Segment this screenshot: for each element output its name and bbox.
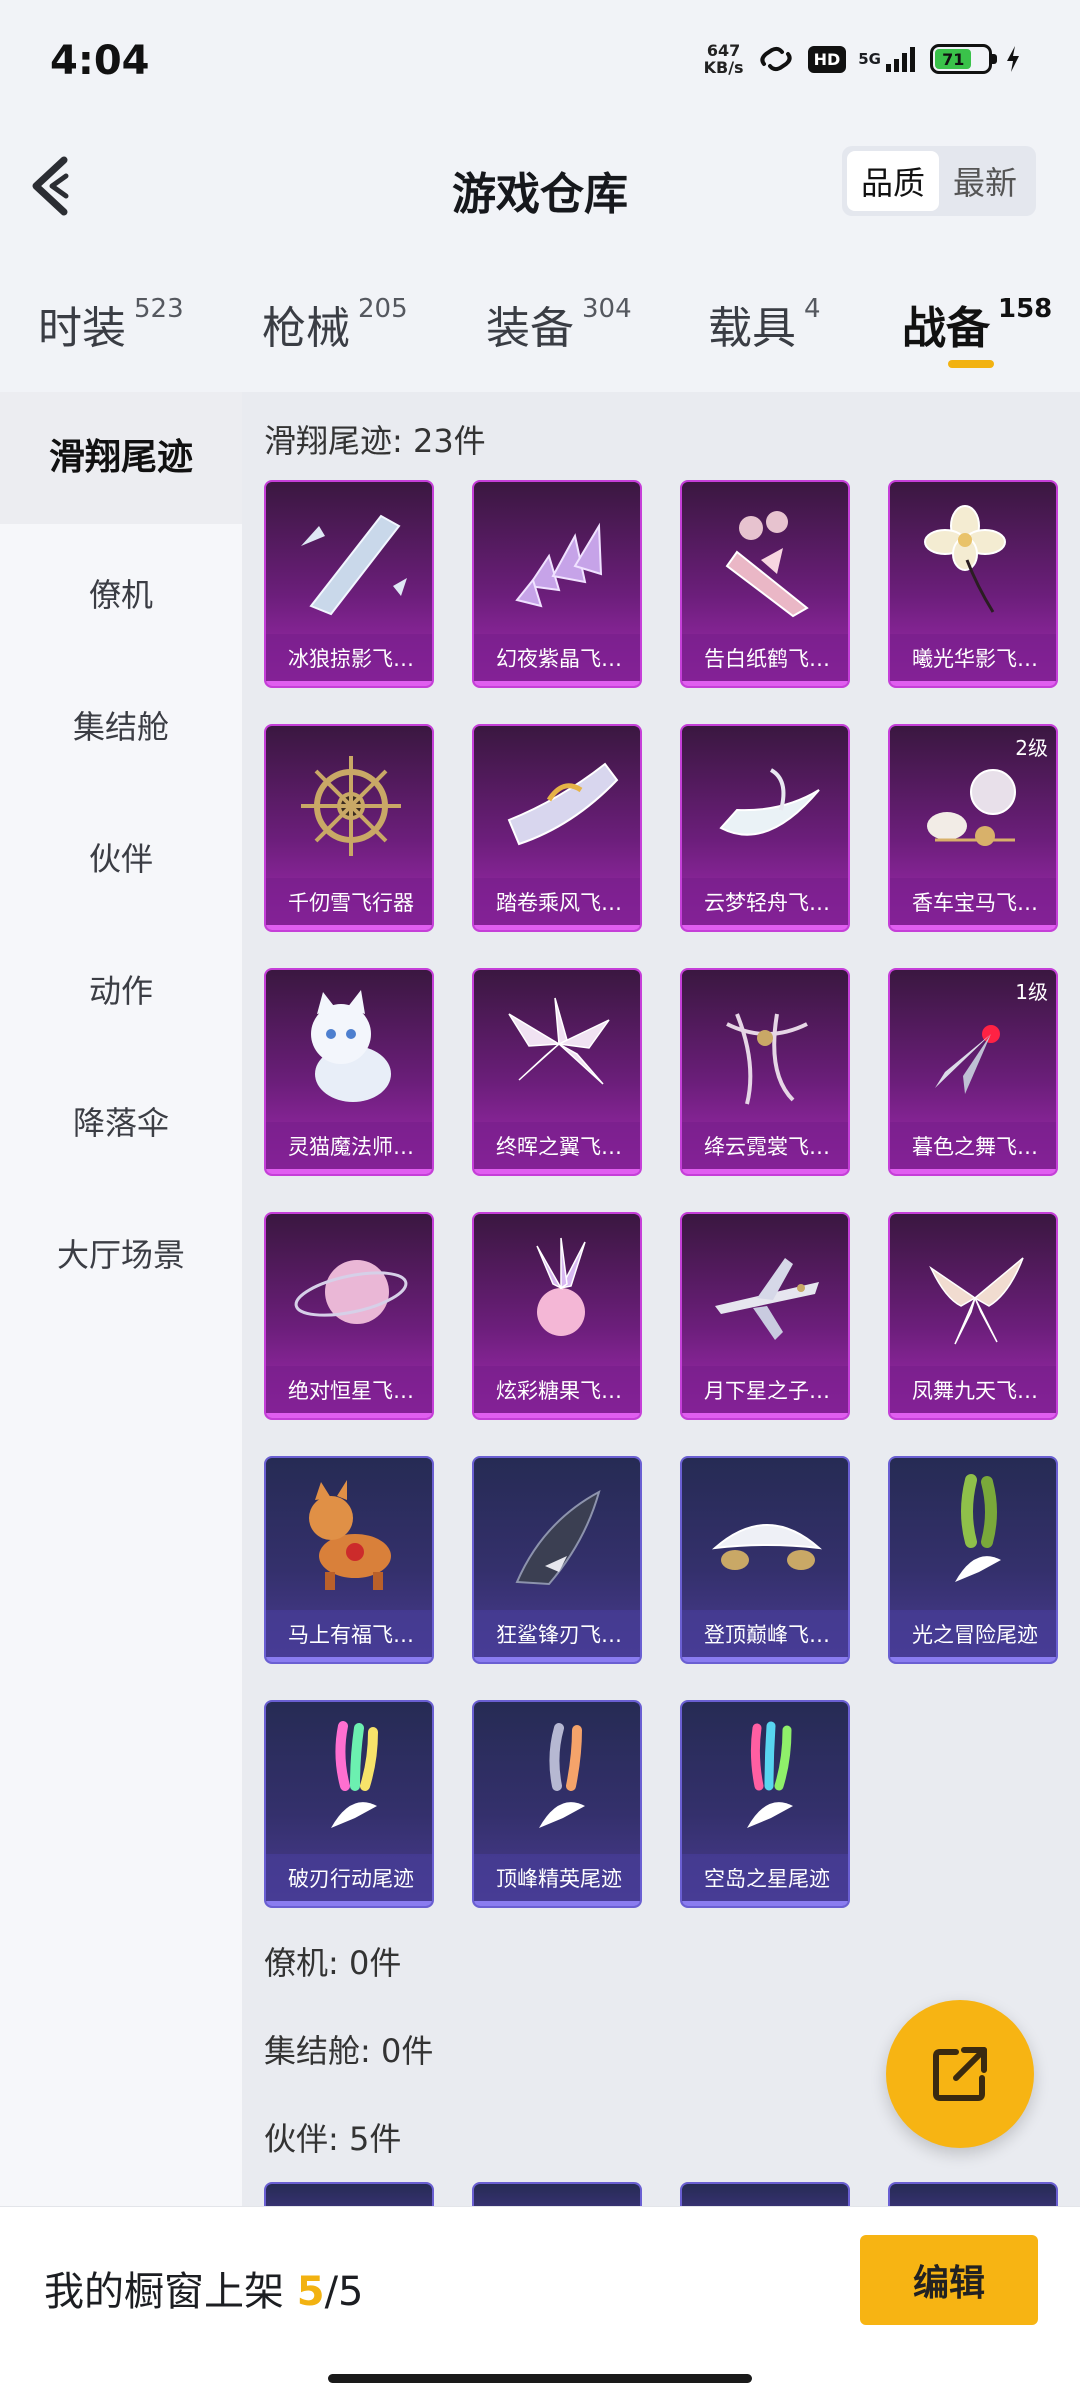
item-card[interactable]: 云梦轻舟飞… xyxy=(680,724,850,932)
item-card[interactable]: 踏卷乘风飞… xyxy=(472,724,642,932)
header: 游戏仓库 品质 最新 xyxy=(0,120,1080,260)
item-card[interactable] xyxy=(472,2182,642,2206)
tab-weapons[interactable]: 枪械 205 xyxy=(262,292,408,356)
carriage-icon xyxy=(890,726,1056,884)
battery-icon: 71 xyxy=(930,44,997,74)
status-icons: 647 KB/s HD 5G 71 xyxy=(704,42,1022,76)
ribbon-icon xyxy=(682,970,848,1128)
ship-wheel-icon xyxy=(266,726,432,884)
item-card[interactable]: 炫彩糖果飞… xyxy=(472,1212,642,1420)
blade-glider-icon xyxy=(890,970,1056,1128)
category-tabs: 时装 523 枪械 205 装备 304 载具 4 战备 158 xyxy=(0,270,1080,390)
item-card[interactable] xyxy=(264,2182,434,2206)
link-icon xyxy=(756,42,796,76)
item-card[interactable]: 顶峰精英尾迹 xyxy=(472,1700,642,1908)
item-card[interactable] xyxy=(888,2182,1058,2206)
item-card[interactable]: 马上有福飞… xyxy=(264,1456,434,1664)
multicolor-smoke-trail-icon xyxy=(682,1702,848,1860)
item-card[interactable]: 光之冒险尾迹 xyxy=(888,1456,1058,1664)
item-card[interactable]: 2级 香车宝马飞… xyxy=(888,724,1058,932)
sidebar-item-wingman[interactable]: 僚机 xyxy=(0,570,242,616)
sidebar-item-glide-trail[interactable]: 滑翔尾迹 xyxy=(0,392,242,524)
item-grid-area[interactable]: 滑翔尾迹: 23件 冰狼掠影飞… 幻夜紫晶飞… 告白纸鹤飞… 曦光华影飞… 千仞 xyxy=(242,392,1080,2206)
back-button[interactable] xyxy=(26,150,86,222)
showcase-bar: 我的橱窗上架 5/5 编辑 xyxy=(0,2206,1080,2400)
external-share-icon xyxy=(933,2047,987,2101)
back-arrow-icon xyxy=(32,156,69,216)
share-button[interactable] xyxy=(886,2000,1034,2148)
item-card[interactable]: 空岛之星尾迹 xyxy=(680,1700,850,1908)
sidebar: 滑翔尾迹 僚机 集结舱 伙伴 动作 降落伞 大厅场景 xyxy=(0,392,242,2206)
item-card[interactable]: 凤舞九天飞… xyxy=(888,1212,1058,1420)
section-title-glide-trail: 滑翔尾迹: 23件 xyxy=(264,422,486,460)
ice-shard-icon xyxy=(266,482,432,640)
scroll-glider-icon xyxy=(474,726,640,884)
showcase-status: 我的橱窗上架 5/5 xyxy=(44,2269,364,2315)
item-card[interactable]: 狂鲨锋刃飞… xyxy=(472,1456,642,1664)
rainbow-smoke-trail-icon xyxy=(266,1702,432,1860)
item-card[interactable]: 登顶巅峰飞… xyxy=(680,1456,850,1664)
charging-icon xyxy=(1004,42,1022,76)
sort-quality-button[interactable]: 品质 xyxy=(847,151,939,211)
item-card[interactable]: 破刃行动尾迹 xyxy=(264,1700,434,1908)
edit-button[interactable]: 编辑 xyxy=(860,2235,1038,2325)
tab-vehicles[interactable]: 载具 4 xyxy=(708,292,821,356)
phoenix-icon xyxy=(890,1214,1056,1372)
cloud-boat-icon xyxy=(682,726,848,884)
active-tab-indicator xyxy=(948,360,994,368)
hd-badge: HD xyxy=(807,45,847,73)
tab-equipment[interactable]: 装备 304 xyxy=(486,292,632,356)
item-card[interactable]: 冰狼掠影飞… xyxy=(264,480,434,688)
item-card[interactable]: 终晖之翼飞… xyxy=(472,968,642,1176)
section-title-capsule: 集结舱: 0件 xyxy=(264,2032,434,2070)
item-card[interactable]: 1级 暮色之舞飞… xyxy=(888,968,1058,1176)
status-time: 4:04 xyxy=(50,38,150,84)
jet-plane-icon xyxy=(682,1214,848,1372)
item-card[interactable]: 曦光华影飞… xyxy=(888,480,1058,688)
item-card[interactable]: 月下星之子… xyxy=(680,1212,850,1420)
shark-icon xyxy=(474,1458,640,1616)
tab-outfits[interactable]: 时装 523 xyxy=(38,292,184,356)
network-speed: 647 KB/s xyxy=(703,41,744,77)
sidebar-item-lobby-scene[interactable]: 大厅场景 xyxy=(0,1230,242,1276)
item-card[interactable]: 幻夜紫晶飞… xyxy=(472,480,642,688)
item-card[interactable]: 千仞雪飞行器 xyxy=(264,724,434,932)
item-card[interactable]: 绛云霓裳飞… xyxy=(680,968,850,1176)
sidebar-item-emote[interactable]: 动作 xyxy=(0,966,242,1012)
sidebar-item-capsule[interactable]: 集结舱 xyxy=(0,702,242,748)
item-card[interactable] xyxy=(680,2182,850,2206)
home-indicator[interactable] xyxy=(328,2374,752,2383)
planet-icon xyxy=(266,1214,432,1372)
item-card[interactable]: 绝对恒星飞… xyxy=(264,1212,434,1420)
sort-toggle: 品质 最新 xyxy=(842,146,1036,216)
section-title-partner: 伙伴: 5件 xyxy=(264,2120,402,2158)
white-cat-icon xyxy=(266,970,432,1128)
crystal-cluster-icon xyxy=(474,482,640,640)
section-title-wingman: 僚机: 0件 xyxy=(264,1944,402,1982)
fire-smoke-trail-icon xyxy=(474,1702,640,1860)
signal-icon: 5G xyxy=(858,42,918,76)
item-card[interactable]: 告白纸鹤飞… xyxy=(680,480,850,688)
status-bar: 4:04 647 KB/s HD 5G 71 xyxy=(0,0,1080,120)
flower-icon xyxy=(890,482,1056,640)
item-card[interactable]: 灵猫魔法师… xyxy=(264,968,434,1176)
sidebar-item-parachute[interactable]: 降落伞 xyxy=(0,1098,242,1144)
green-smoke-trail-icon xyxy=(890,1458,1056,1616)
candy-icon xyxy=(474,1214,640,1372)
paper-crane-icon xyxy=(682,482,848,640)
tab-combat-gear[interactable]: 战备 158 xyxy=(902,292,1052,356)
hover-craft-icon xyxy=(682,1458,848,1616)
wings-icon xyxy=(474,970,640,1128)
sidebar-item-partner[interactable]: 伙伴 xyxy=(0,834,242,880)
toy-horse-icon xyxy=(266,1458,432,1616)
sort-newest-button[interactable]: 最新 xyxy=(939,151,1031,211)
